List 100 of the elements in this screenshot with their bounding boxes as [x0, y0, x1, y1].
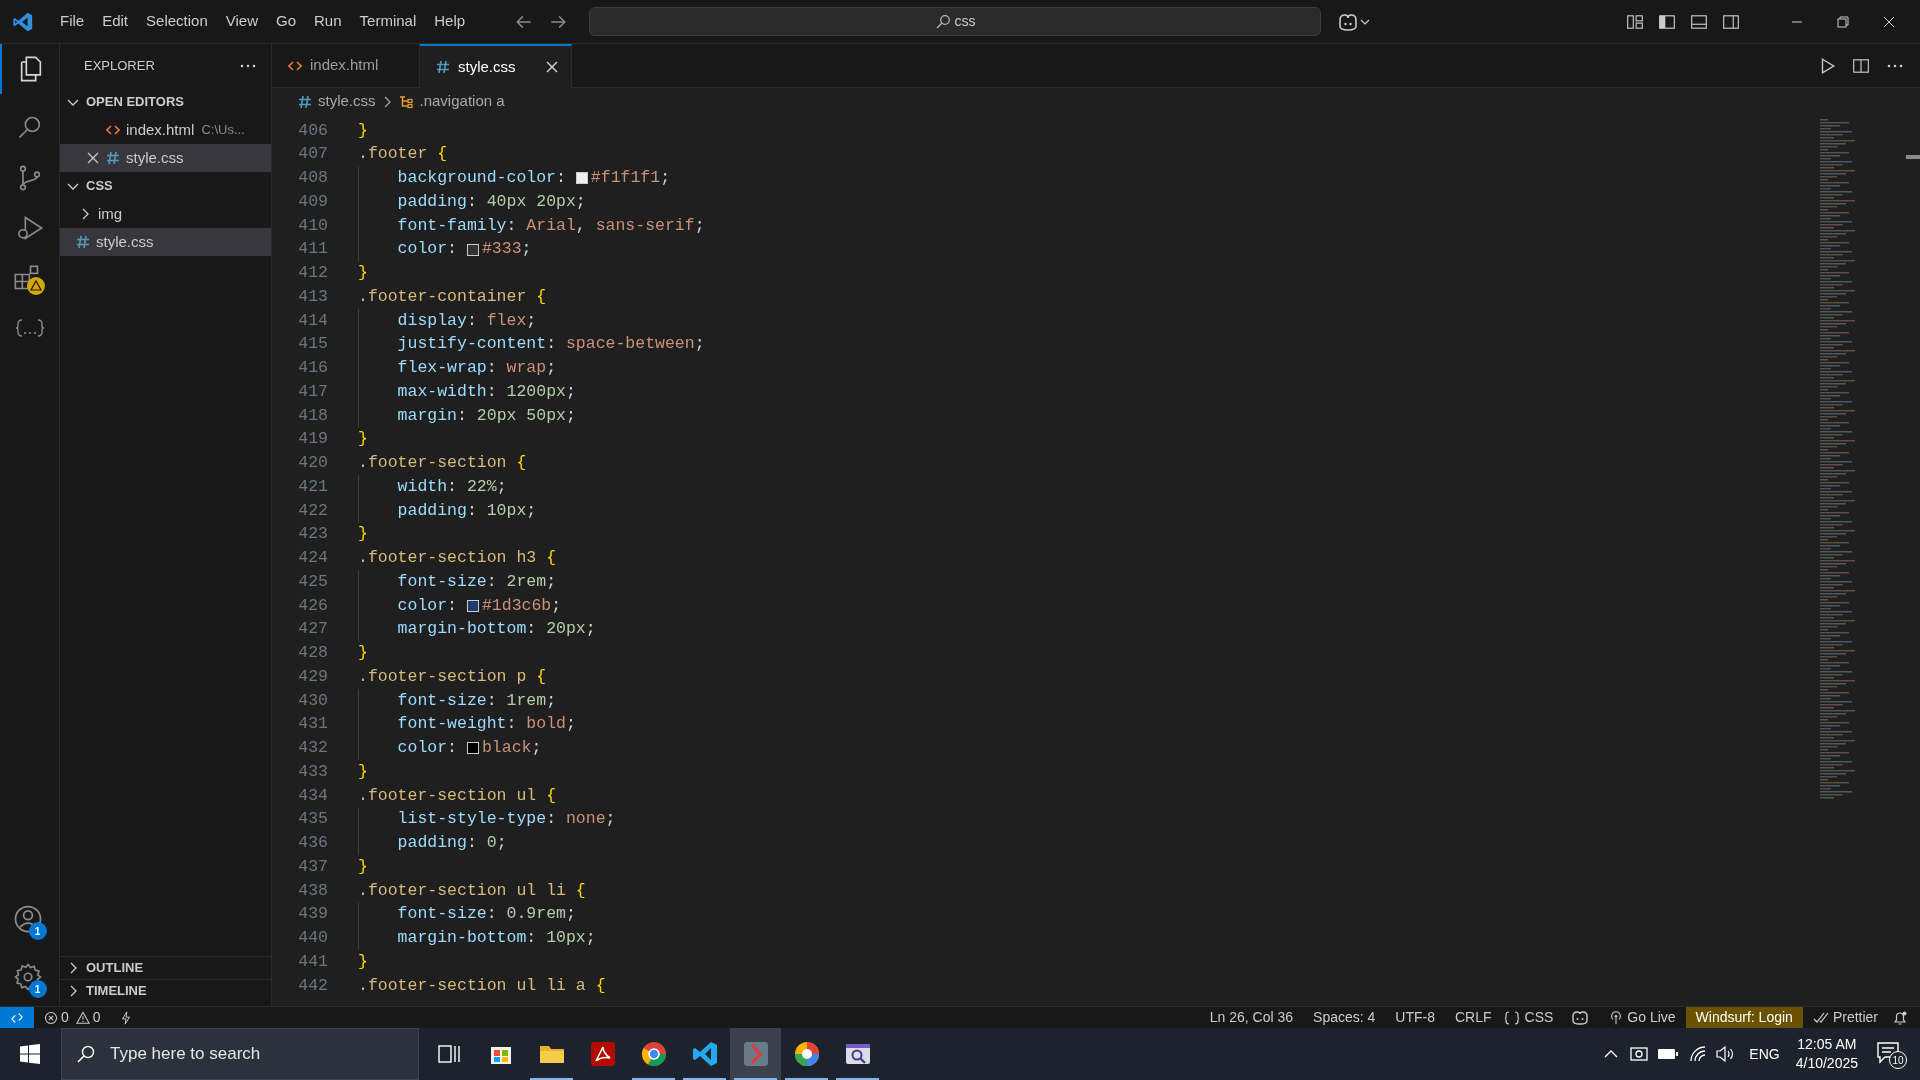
- code-text: color:: [397, 238, 458, 261]
- copilot-icon[interactable]: [1337, 11, 1372, 32]
- color-swatch[interactable]: [575, 172, 588, 185]
- editor-tab[interactable]: style.css: [420, 44, 572, 88]
- braces-icon[interactable]: [14, 316, 45, 340]
- toggle-panel-icon[interactable]: [1690, 12, 1708, 31]
- section-header[interactable]: CSS: [60, 172, 271, 200]
- line-number: 421: [297, 475, 328, 498]
- notification-center-icon[interactable]: [1876, 1041, 1902, 1065]
- problems-button[interactable]: 0 0: [44, 1007, 101, 1028]
- tray-app-icon[interactable]: [1629, 1044, 1650, 1064]
- menu-item[interactable]: Selection: [138, 8, 216, 35]
- bell-icon[interactable]: [1892, 1009, 1908, 1026]
- extensions-icon[interactable]: [12, 264, 41, 292]
- file-tree-item[interactable]: style.css: [60, 228, 271, 256]
- toggle-secondary-sidebar-icon[interactable]: [1722, 12, 1740, 31]
- code-text: #1d3c6b;: [481, 594, 562, 617]
- prettier-button[interactable]: Prettier: [1812, 1007, 1878, 1028]
- remote-button[interactable]: [0, 1006, 34, 1029]
- css-file-icon: [436, 60, 450, 74]
- code-text: }: [358, 262, 368, 284]
- code-text: font-weight: bold;: [397, 713, 576, 736]
- code-text: }: [358, 760, 368, 783]
- close-icon[interactable]: [86, 151, 100, 165]
- battery-icon[interactable]: [1657, 1047, 1680, 1061]
- menu-item[interactable]: Help: [426, 8, 474, 35]
- menu-item[interactable]: Edit: [94, 8, 137, 35]
- split-editor-icon[interactable]: [1852, 56, 1870, 75]
- windsurf-login-button[interactable]: Windsurf: Login: [1685, 1006, 1803, 1029]
- line-number: 433: [297, 760, 328, 783]
- code-text: }: [358, 119, 368, 142]
- menu-item[interactable]: Terminal: [351, 8, 425, 35]
- code-text: width: 22%;: [397, 475, 507, 498]
- wifi-icon[interactable]: [1689, 1045, 1708, 1063]
- css-file-icon: [76, 235, 90, 249]
- color-swatch[interactable]: [466, 599, 479, 612]
- section-header[interactable]: OPEN EDITORS: [60, 88, 271, 116]
- search-icon: [934, 13, 951, 30]
- notification-badge: 1: [28, 922, 47, 940]
- toggle-sidebar-icon[interactable]: [1658, 12, 1676, 31]
- line-number: 426: [297, 594, 328, 617]
- warning-badge-icon: [26, 277, 45, 295]
- task-view-icon[interactable]: [437, 1043, 461, 1065]
- breadcrumb-item[interactable]: .navigation a: [419, 90, 505, 113]
- file-tree-item[interactable]: img: [60, 200, 271, 228]
- input-language-indicator[interactable]: ENG: [1749, 1043, 1780, 1065]
- command-search-field[interactable]: css: [589, 7, 1322, 36]
- account-icon[interactable]: [12, 904, 43, 934]
- line-number: 432: [297, 737, 328, 759]
- error-icon: [44, 1010, 58, 1025]
- line-number: 435: [297, 808, 328, 831]
- line-number: 410: [297, 214, 328, 237]
- breadcrumb-item[interactable]: style.css: [318, 90, 376, 113]
- code-text: color:: [397, 594, 458, 617]
- line-number: 436: [297, 832, 328, 854]
- menu-item[interactable]: Run: [306, 8, 350, 35]
- braces-icon: [1503, 1010, 1520, 1025]
- open-editor-item[interactable]: index.html C:\Us...: [60, 116, 271, 144]
- copilot-icon[interactable]: [1571, 1009, 1590, 1026]
- windows-start-icon[interactable]: [20, 1044, 40, 1064]
- line-number: 423: [297, 523, 328, 546]
- code-text: }: [358, 428, 368, 451]
- code-text: list-style-type: none;: [397, 808, 616, 831]
- color-swatch[interactable]: [466, 742, 479, 755]
- line-number: 414: [297, 309, 328, 332]
- more-icon[interactable]: [239, 63, 257, 69]
- menu-item[interactable]: View: [217, 8, 266, 35]
- scrollbar-thumb[interactable]: [1906, 155, 1920, 159]
- run-debug-icon[interactable]: [15, 214, 44, 242]
- section-header[interactable]: OUTLINE: [60, 956, 271, 979]
- speaker-icon[interactable]: [1715, 1045, 1736, 1063]
- color-swatch[interactable]: [466, 243, 479, 256]
- layout-icon[interactable]: [1626, 12, 1644, 31]
- close-icon[interactable]: [545, 60, 559, 74]
- go-live-button[interactable]: Go Live: [1609, 1007, 1676, 1028]
- taskbar-search-field[interactable]: Type here to search: [61, 1028, 419, 1080]
- encoding-setting[interactable]: UTF-8: [1395, 1007, 1435, 1028]
- line-number: 427: [297, 618, 328, 641]
- code-text: .footer-section {: [358, 452, 527, 474]
- more-icon[interactable]: [1886, 62, 1904, 69]
- open-editor-item[interactable]: style.css: [60, 144, 271, 172]
- settings-icon[interactable]: [12, 962, 43, 992]
- line-number: 429: [297, 665, 328, 688]
- cursor-position[interactable]: Ln 26, Col 36: [1209, 1007, 1294, 1028]
- line-number: 420: [297, 452, 328, 474]
- menu-item[interactable]: Go: [268, 8, 304, 35]
- line-number: 412: [297, 262, 328, 284]
- search-text: css: [954, 12, 976, 31]
- section-header[interactable]: TIMELINE: [60, 979, 271, 1002]
- line-ending-setting[interactable]: CRLF: [1455, 1007, 1492, 1028]
- code-text: padding: 40px 20px;: [397, 190, 586, 213]
- menu-item[interactable]: File: [52, 8, 93, 35]
- indentation-setting[interactable]: Spaces: 4: [1313, 1007, 1376, 1028]
- line-number: 415: [297, 333, 328, 356]
- code-text: }: [358, 523, 368, 546]
- line-number: 406: [297, 119, 328, 142]
- code-text: .footer {: [358, 143, 448, 166]
- language-mode-button[interactable]: CSS: [1503, 1007, 1554, 1028]
- clock-button[interactable]: 12:05 AM 4/10/2025: [1795, 1035, 1858, 1073]
- code-text: padding: 10px;: [397, 499, 537, 522]
